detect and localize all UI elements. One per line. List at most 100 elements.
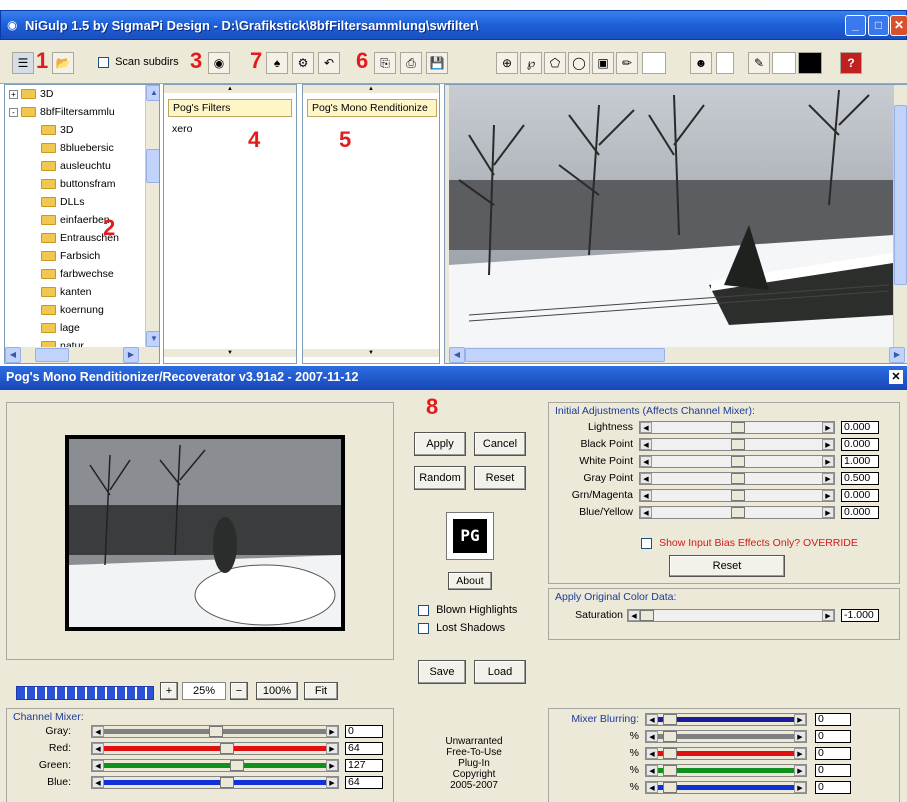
tree-item[interactable]: Entrauschen: [7, 229, 145, 247]
zoom-100-button[interactable]: 100%: [256, 682, 298, 700]
scroll-up-icon[interactable]: ▲: [146, 85, 159, 101]
adjustment-slider-thumb[interactable]: [731, 490, 745, 501]
tree-view-icon[interactable]: ☰: [12, 52, 34, 74]
filter-item-xero[interactable]: xero: [172, 123, 192, 135]
blur-slider-thumb[interactable]: [663, 748, 677, 759]
scroll-right-icon[interactable]: ▶: [123, 347, 139, 363]
folder-tree[interactable]: +3D - 8bfFiltersammlu 3D 8bluebersic ausleuch…: [4, 84, 160, 364]
blur-slider[interactable]: ◀ ▶: [645, 764, 807, 777]
blur-slider-left-icon[interactable]: ◀: [646, 782, 658, 793]
tree-item[interactable]: koernung: [7, 301, 145, 319]
image-scroll-left-icon[interactable]: ◀: [449, 347, 465, 363]
reset-button[interactable]: Reset: [474, 466, 526, 490]
tree-item[interactable]: Farbsich: [7, 247, 145, 265]
minimize-icon[interactable]: _: [845, 15, 866, 36]
blur-slider-left-icon[interactable]: ◀: [646, 765, 658, 776]
blur-value[interactable]: 0: [815, 713, 851, 726]
maximize-icon[interactable]: □: [868, 15, 889, 36]
saturation-slider[interactable]: ◀ ▶: [627, 609, 835, 622]
plugins-header[interactable]: Pog's Mono Renditionize: [307, 99, 437, 117]
color-swatch-white[interactable]: [642, 52, 666, 74]
favorite-icon[interactable]: ♠: [266, 52, 288, 74]
plugins-scroll-down-icon[interactable]: ▼: [303, 349, 439, 357]
tree-item[interactable]: 3D: [7, 121, 145, 139]
adjustment-value[interactable]: 1.000: [841, 455, 879, 468]
alien-icon[interactable]: ☻: [690, 52, 712, 74]
filters-header[interactable]: Pog's Filters: [168, 99, 292, 117]
tree-item[interactable]: +3D: [7, 85, 145, 103]
tree-vscroll[interactable]: ▲ ▼: [145, 85, 159, 347]
image-hscroll-thumb[interactable]: [465, 348, 665, 362]
plugins-list[interactable]: ▲ Pog's Mono Renditionize 5 ▼: [302, 84, 440, 364]
initial-reset-button[interactable]: Reset: [669, 555, 785, 577]
adjustment-slider-left-icon[interactable]: ◀: [640, 456, 652, 467]
pencil-icon[interactable]: ✏: [616, 52, 638, 74]
adjustment-slider[interactable]: ◀ ▶: [639, 472, 835, 485]
adjustment-slider[interactable]: ◀ ▶: [639, 455, 835, 468]
apply-button[interactable]: Apply: [414, 432, 466, 456]
blur-slider-left-icon[interactable]: ◀: [646, 714, 658, 725]
eyedropper-icon[interactable]: ✎: [748, 52, 770, 74]
adjustment-value[interactable]: 0.000: [841, 489, 879, 502]
mixer-channel-value[interactable]: 0: [345, 725, 383, 738]
mixer-channel-slider-thumb[interactable]: [220, 743, 234, 754]
mixer-channel-slider-thumb[interactable]: [230, 760, 244, 771]
blur-slider-right-icon[interactable]: ▶: [794, 782, 806, 793]
filters-scroll-down-icon[interactable]: ▼: [164, 349, 296, 357]
paste-icon[interactable]: ⎙: [400, 52, 422, 74]
mixer-channel-slider-right-icon[interactable]: ▶: [326, 760, 338, 771]
adjustment-slider-right-icon[interactable]: ▶: [822, 456, 834, 467]
mixer-channel-slider-left-icon[interactable]: ◀: [92, 777, 104, 788]
lasso-icon[interactable]: ℘: [520, 52, 542, 74]
zoom-in-button[interactable]: +: [160, 682, 178, 700]
adjustment-value[interactable]: 0.000: [841, 438, 879, 451]
blown-highlights-check[interactable]: [418, 604, 429, 616]
mixer-channel-value[interactable]: 127: [345, 759, 383, 772]
scroll-left-icon[interactable]: ◀: [5, 347, 21, 363]
adjustment-slider-right-icon[interactable]: ▶: [822, 473, 834, 484]
scan-subdirs-check[interactable]: [98, 56, 109, 68]
blur-value[interactable]: 0: [815, 730, 851, 743]
adjustment-slider[interactable]: ◀ ▶: [639, 489, 835, 502]
zoom-fit-button[interactable]: Fit: [304, 682, 338, 700]
filters-scroll-up-icon[interactable]: ▲: [164, 85, 296, 93]
adjustment-slider-right-icon[interactable]: ▶: [822, 490, 834, 501]
adjustment-value[interactable]: 0.500: [841, 472, 879, 485]
blur-slider-left-icon[interactable]: ◀: [646, 748, 658, 759]
adjustment-slider-thumb[interactable]: [731, 456, 745, 467]
save-icon[interactable]: 💾: [426, 52, 448, 74]
zoom-out-button[interactable]: −: [230, 682, 248, 700]
tree-item[interactable]: farbwechse: [7, 265, 145, 283]
load-button[interactable]: Load: [474, 660, 526, 684]
mixer-channel-slider-left-icon[interactable]: ◀: [92, 726, 104, 737]
plugins-scroll-up-icon[interactable]: ▲: [303, 85, 439, 93]
adjustment-value[interactable]: 0.000: [841, 421, 879, 434]
adjustment-slider-right-icon[interactable]: ▶: [822, 422, 834, 433]
adjustment-slider-left-icon[interactable]: ◀: [640, 473, 652, 484]
override-checkbox[interactable]: Show Input Bias Effects Only? OVERRIDE: [641, 537, 858, 549]
mixer-channel-slider-right-icon[interactable]: ▶: [326, 777, 338, 788]
scan-subdirs-checkbox[interactable]: Scan subdirs: [98, 56, 179, 68]
mixer-channel-slider[interactable]: ◀ ▶: [91, 725, 339, 738]
tree-item[interactable]: lage: [7, 319, 145, 337]
dialog-close-icon[interactable]: ✕: [889, 370, 903, 384]
saturation-slider-thumb[interactable]: [640, 610, 654, 621]
tree-hscroll-thumb[interactable]: [35, 348, 69, 362]
mixer-channel-slider-thumb[interactable]: [220, 777, 234, 788]
about-button[interactable]: About: [448, 572, 492, 590]
adjustment-slider-thumb[interactable]: [731, 439, 745, 450]
save-button[interactable]: Save: [418, 660, 466, 684]
random-button[interactable]: Random: [414, 466, 466, 490]
adjustment-slider-thumb[interactable]: [731, 422, 745, 433]
filters-list[interactable]: ▲ Pog's Filters xero 4 ▼: [163, 84, 297, 364]
lost-shadows-checkbox[interactable]: Lost Shadows: [418, 622, 505, 634]
rect-select-icon[interactable]: ▣: [592, 52, 614, 74]
tree-item[interactable]: 8bluebersic: [7, 139, 145, 157]
tree-item[interactable]: ausleuchtu: [7, 157, 145, 175]
mixer-channel-slider-thumb[interactable]: [209, 726, 223, 737]
cancel-button[interactable]: Cancel: [474, 432, 526, 456]
tree-item[interactable]: kanten: [7, 283, 145, 301]
mixer-channel-value[interactable]: 64: [345, 742, 383, 755]
tree-expander-icon[interactable]: +: [9, 89, 18, 99]
adjustment-slider-left-icon[interactable]: ◀: [640, 422, 652, 433]
